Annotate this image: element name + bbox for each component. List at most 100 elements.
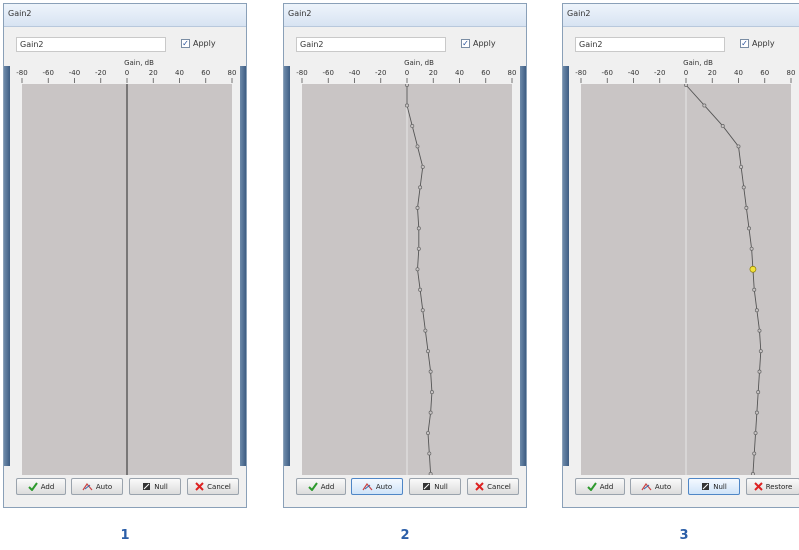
curve-point[interactable] — [420, 164, 425, 169]
auto-button[interactable]: Auto — [351, 478, 403, 495]
name-field[interactable]: Gain2 — [296, 37, 446, 52]
null-button[interactable]: Null — [129, 478, 181, 495]
auto-button[interactable]: Auto — [630, 478, 682, 495]
curve-point[interactable] — [420, 308, 425, 313]
null-icon — [143, 483, 151, 490]
add-button[interactable]: Add — [296, 478, 346, 495]
curve-point[interactable] — [418, 287, 423, 292]
gain-dialog: Gain2 Gain2 ✓ Apply Gain, dB -80 -60 -40 -20… — [3, 3, 247, 508]
curve-point[interactable] — [752, 451, 757, 456]
curve-point[interactable] — [418, 185, 423, 190]
gain-curve-plot[interactable] — [22, 84, 232, 475]
curve-point[interactable] — [757, 328, 762, 333]
gain-axis: Gain, dB -80 -60 -40 -20 0 20 40 60 80 — [296, 59, 516, 83]
axis-tick-label: -60 — [323, 69, 334, 77]
null-button[interactable]: Null — [688, 478, 740, 495]
name-field[interactable]: Gain2 — [575, 37, 725, 52]
gain-curve-plot[interactable] — [302, 83, 512, 476]
curve-point[interactable] — [429, 390, 434, 395]
curve-point[interactable] — [754, 308, 759, 313]
curve-point[interactable] — [702, 103, 707, 108]
gain-plot-area[interactable] — [22, 84, 232, 475]
add-button[interactable]: Add — [575, 478, 625, 495]
curve-point[interactable] — [405, 83, 409, 87]
axis-tick-label: 60 — [201, 69, 210, 77]
add-button[interactable]: Add — [16, 478, 66, 495]
axis-tick-label: -20 — [654, 69, 665, 77]
curve-point[interactable] — [428, 369, 433, 374]
curve-point[interactable] — [741, 185, 746, 190]
curve-point[interactable] — [736, 144, 741, 149]
curve-point[interactable] — [428, 472, 433, 476]
curve-point[interactable] — [754, 410, 759, 415]
curve-point[interactable] — [410, 123, 415, 128]
curve-point[interactable] — [426, 349, 430, 354]
curve-point[interactable] — [416, 246, 421, 251]
curve-point[interactable] — [758, 349, 763, 354]
auto-curve-icon — [82, 482, 93, 491]
curve-point[interactable] — [423, 328, 428, 333]
curve-point[interactable] — [415, 205, 420, 210]
axis-label: Gain, dB — [124, 59, 154, 67]
apply-checkbox[interactable]: ✓ — [740, 39, 749, 48]
gain-axis: Gain, dB -80 -60 -40 -20 0 20 40 60 80 — [16, 59, 237, 83]
restore-button[interactable]: Restore — [746, 478, 799, 495]
axis-tick-label: -60 — [602, 69, 613, 77]
curve-point[interactable] — [684, 83, 688, 87]
axis-tick-label: -20 — [375, 69, 386, 77]
window-frame — [520, 66, 526, 466]
title-bar[interactable]: Gain2 — [4, 4, 246, 27]
auto-button[interactable]: Auto — [71, 478, 123, 495]
curve-point[interactable] — [720, 123, 725, 128]
axis-tick-label: 40 — [455, 69, 464, 77]
curve-point[interactable] — [747, 226, 751, 231]
axis-tick-label: 0 — [405, 69, 409, 77]
figure-caption: 3 — [679, 528, 689, 543]
axis-tick-label: -40 — [628, 69, 639, 77]
apply-checkbox[interactable]: ✓ — [181, 39, 190, 48]
curve-point[interactable] — [415, 267, 420, 272]
name-field[interactable]: Gain2 — [16, 37, 166, 52]
curve-point[interactable] — [426, 431, 430, 436]
axis-tick-label: 20 — [429, 69, 438, 77]
curve-point[interactable] — [416, 226, 421, 231]
curve-point[interactable] — [428, 410, 433, 415]
auto-curve-icon — [362, 482, 373, 491]
gain-curve-plot[interactable] — [581, 83, 791, 476]
cancel-button[interactable]: Cancel — [467, 478, 519, 495]
axis-tick-label: 80 — [787, 69, 796, 77]
selected-curve-point[interactable] — [749, 265, 757, 273]
cross-icon — [475, 482, 484, 491]
curve-point[interactable] — [749, 246, 754, 251]
gain-curve — [406, 85, 433, 475]
curve-point[interactable] — [427, 451, 432, 456]
curve-point[interactable] — [405, 103, 409, 108]
gain-dialog: Gain2 Gain2 ✓ Apply Gain, dB -80 -60 -40 -20… — [283, 3, 527, 508]
curve-point[interactable] — [739, 164, 744, 169]
cross-icon — [195, 482, 204, 491]
window-frame — [240, 66, 246, 466]
gain-plot-area[interactable] — [581, 83, 791, 476]
cross-icon — [754, 482, 763, 491]
null-icon — [702, 483, 710, 490]
curve-point[interactable] — [752, 287, 757, 292]
curve-point[interactable] — [756, 390, 761, 395]
curve-point[interactable] — [744, 205, 749, 210]
null-button[interactable]: Null — [409, 478, 461, 495]
curve-point[interactable] — [415, 144, 420, 149]
title-bar[interactable]: Gain2 — [284, 4, 526, 27]
axis-tick-label: 40 — [734, 69, 743, 77]
axis-tick-label: 20 — [708, 69, 717, 77]
curve-point[interactable] — [753, 431, 758, 436]
axis-tick-label: -80 — [296, 69, 307, 77]
cancel-button[interactable]: Cancel — [187, 478, 239, 495]
apply-label: Apply — [473, 39, 496, 48]
gain-plot-area[interactable] — [302, 83, 512, 476]
curve-point[interactable] — [750, 472, 755, 476]
title-bar[interactable]: Gain2 — [563, 4, 799, 27]
axis-tick-label: 60 — [481, 69, 490, 77]
apply-checkbox[interactable]: ✓ — [461, 39, 470, 48]
curve-point[interactable] — [757, 369, 762, 374]
checkmark-icon — [587, 482, 597, 491]
axis-tick-label: 80 — [228, 69, 237, 77]
